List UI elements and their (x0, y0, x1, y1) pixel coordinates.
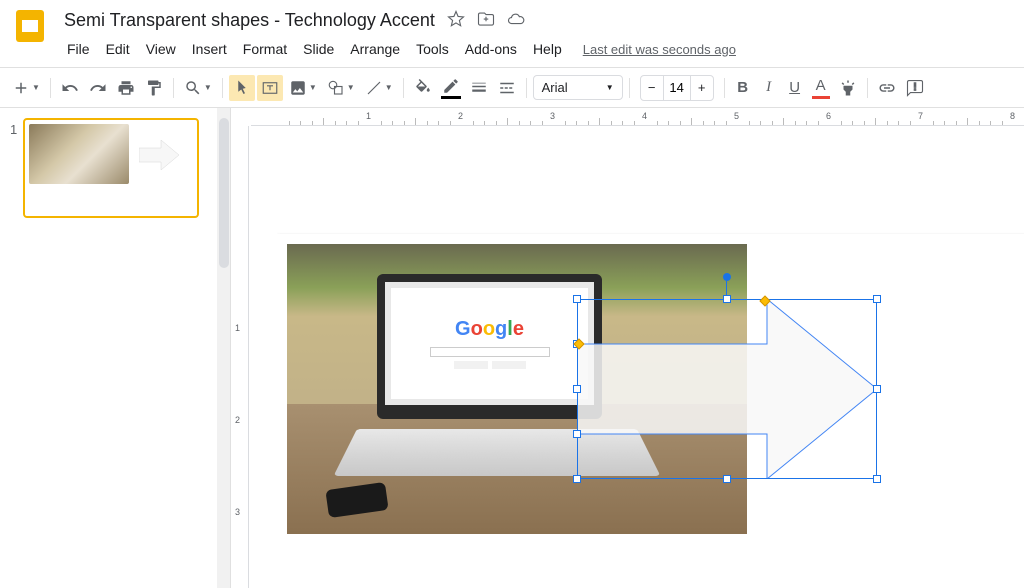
menu-view[interactable]: View (139, 37, 183, 61)
menu-insert[interactable]: Insert (185, 37, 234, 61)
text-color-button[interactable]: A (809, 75, 833, 101)
redo-button[interactable] (85, 75, 111, 101)
image-button[interactable]: ▼ (285, 75, 321, 101)
vertical-scrollbar[interactable] (217, 108, 231, 588)
slides-logo[interactable] (12, 8, 48, 44)
select-tool-button[interactable] (229, 75, 255, 101)
arrow-shape[interactable] (577, 299, 877, 479)
font-size-increase[interactable]: + (691, 76, 713, 100)
google-logo: Google (455, 318, 524, 341)
last-edit-label[interactable]: Last edit was seconds ago (583, 42, 736, 57)
font-select[interactable]: Arial▼ (533, 75, 623, 100)
sel-handle[interactable] (573, 475, 581, 483)
font-size-decrease[interactable]: − (641, 76, 663, 100)
menu-help[interactable]: Help (526, 37, 569, 61)
menu-format[interactable]: Format (236, 37, 294, 61)
star-icon[interactable] (447, 10, 465, 31)
undo-button[interactable] (57, 75, 83, 101)
paint-format-button[interactable] (141, 75, 167, 101)
fill-color-button[interactable] (410, 75, 436, 101)
sel-handle[interactable] (573, 295, 581, 303)
slide-thumbnail[interactable] (23, 118, 199, 218)
print-button[interactable] (113, 75, 139, 101)
slide-canvas[interactable]: Google (277, 234, 1024, 588)
zoom-button[interactable]: ▼ (180, 75, 216, 101)
horizontal-ruler[interactable]: 123456789 (251, 108, 1024, 126)
menu-tools[interactable]: Tools (409, 37, 456, 61)
sel-handle[interactable] (723, 475, 731, 483)
bold-button[interactable]: B (731, 75, 755, 101)
shape-handle[interactable] (573, 430, 581, 438)
border-dash-button[interactable] (494, 75, 520, 101)
border-color-button[interactable] (438, 75, 464, 101)
rotate-handle[interactable] (723, 273, 731, 281)
vertical-ruler[interactable]: 123 (231, 126, 249, 588)
move-icon[interactable] (477, 10, 495, 31)
border-weight-button[interactable] (466, 75, 492, 101)
slide-number: 1 (10, 118, 17, 137)
underline-button[interactable]: U (783, 75, 807, 101)
sel-handle[interactable] (723, 295, 731, 303)
menu-edit[interactable]: Edit (99, 37, 137, 61)
new-slide-button[interactable]: ▼ (8, 75, 44, 101)
menu-arrange[interactable]: Arrange (343, 37, 407, 61)
shape-button[interactable]: ▼ (323, 75, 359, 101)
sel-handle[interactable] (873, 295, 881, 303)
sel-handle[interactable] (873, 385, 881, 393)
highlight-button[interactable] (835, 75, 861, 101)
menu-addons[interactable]: Add-ons (458, 37, 524, 61)
line-button[interactable]: ▼ (361, 75, 397, 101)
menu-file[interactable]: File (60, 37, 97, 61)
comment-button[interactable] (902, 75, 928, 101)
sel-handle[interactable] (873, 475, 881, 483)
italic-button[interactable]: I (757, 75, 781, 101)
sel-handle[interactable] (573, 385, 581, 393)
textbox-tool-button[interactable] (257, 75, 283, 101)
slide-panel: 1 (0, 108, 217, 588)
link-button[interactable] (874, 75, 900, 101)
menu-slide[interactable]: Slide (296, 37, 341, 61)
font-size-input[interactable] (663, 76, 691, 100)
doc-title[interactable]: Semi Transparent shapes - Technology Acc… (60, 8, 439, 33)
cloud-icon[interactable] (507, 10, 525, 31)
